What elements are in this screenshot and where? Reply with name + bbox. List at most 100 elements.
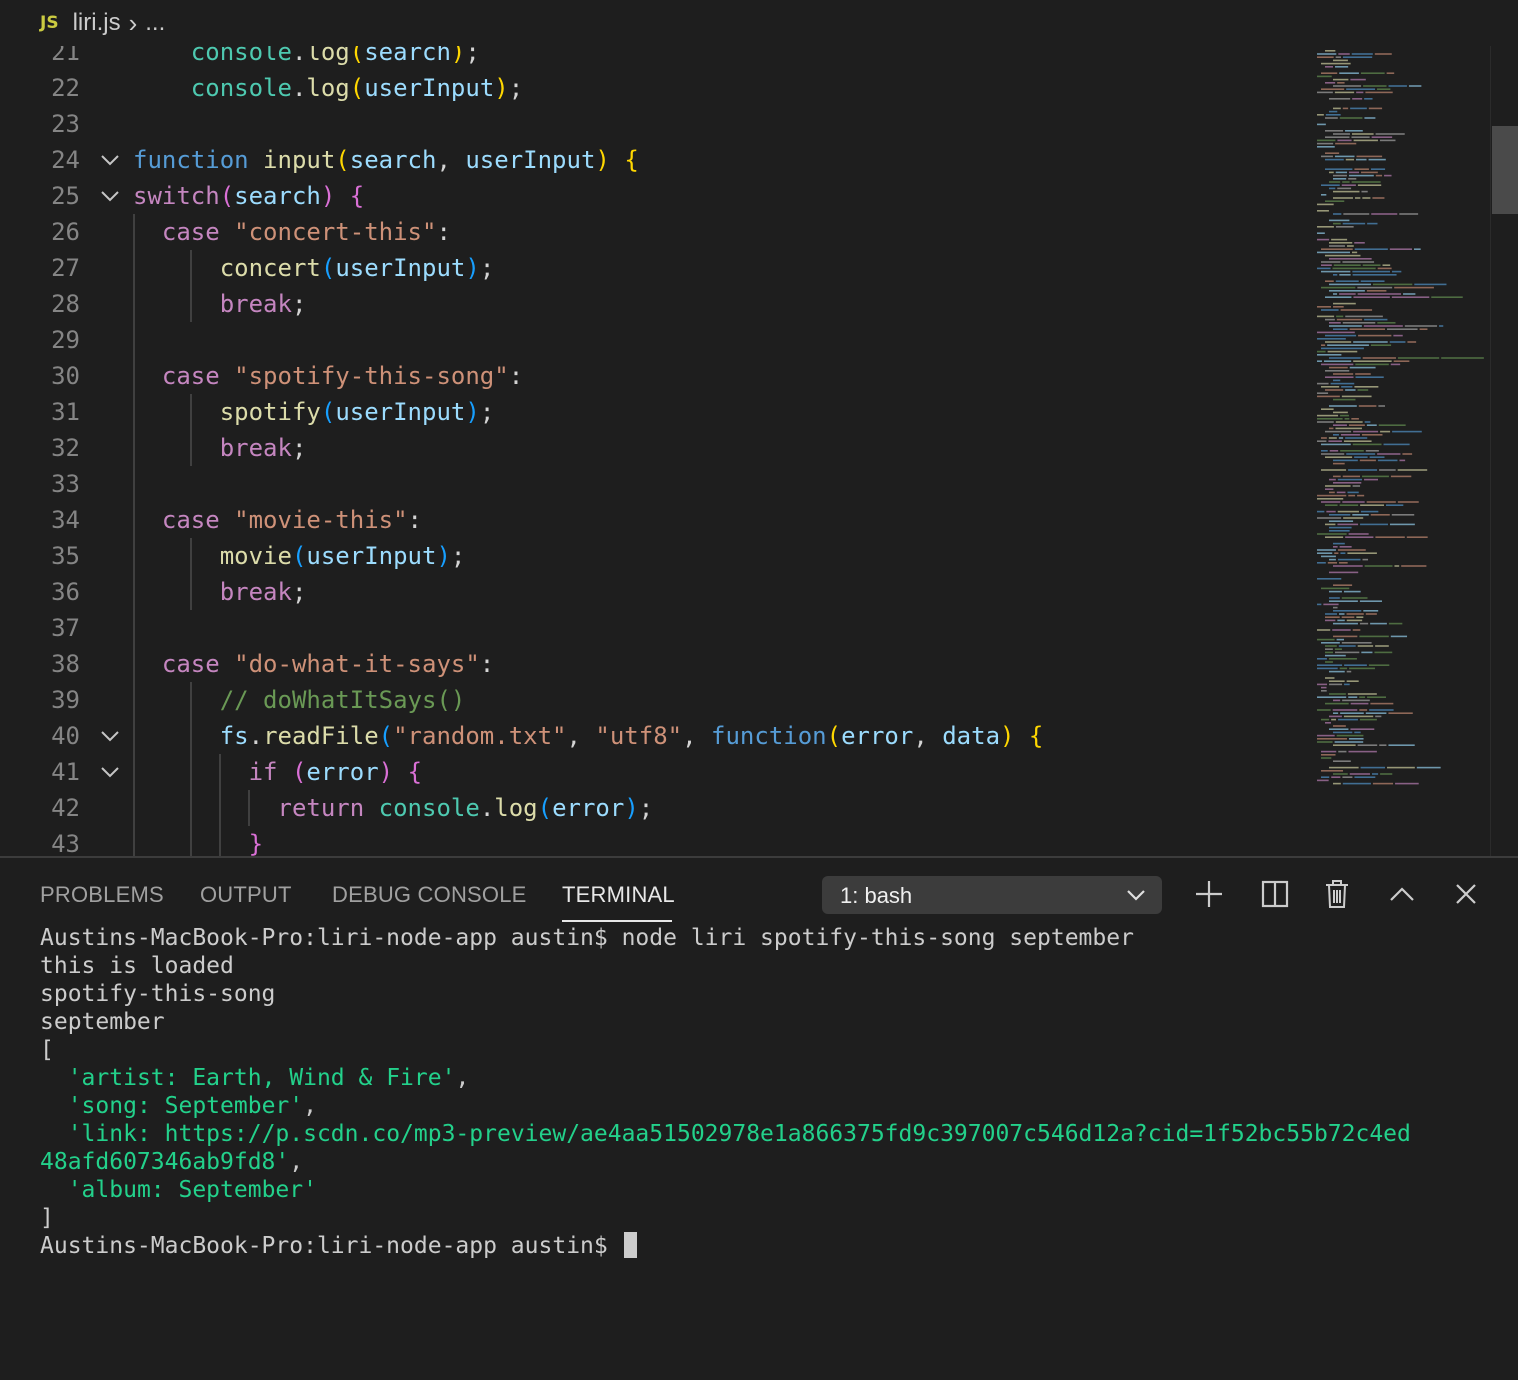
scrollbar-thumb[interactable] (1492, 126, 1518, 214)
tab-problems[interactable]: PROBLEMS (40, 882, 164, 908)
code-token: return (277, 794, 365, 822)
line-number: 42 (51, 794, 80, 822)
fold-chevron-down-icon[interactable] (98, 718, 122, 754)
code-token: ; (291, 434, 307, 462)
terminal-output[interactable]: Austins-MacBook-Pro:liri-node-app austin… (40, 924, 1490, 1260)
code-text: console.log(search); (133, 46, 480, 70)
code-text: fs.readFile("random.txt", "utf8", functi… (133, 718, 1044, 754)
split-terminal-button[interactable] (1257, 876, 1293, 912)
code-token: ( (320, 254, 336, 282)
terminal-text: 48afd607346ab9fd8' (40, 1149, 290, 1175)
code-token: console (190, 74, 292, 102)
code-token: error (841, 722, 914, 750)
code-token: ; (291, 578, 307, 606)
line-number: 22 (51, 74, 80, 102)
code-text: console.log(userInput); (133, 70, 523, 106)
line-number: 28 (51, 290, 80, 318)
code-token: ; (291, 290, 307, 318)
code-token: log (494, 794, 538, 822)
code-line[interactable]: 28 break; (0, 286, 1310, 322)
tab-terminal[interactable]: TERMINAL (562, 882, 675, 908)
code-token: "do-what-it-says" (234, 650, 480, 678)
code-token: "utf8" (595, 722, 683, 750)
code-line[interactable]: 23 (0, 106, 1310, 142)
terminal-shell-select[interactable]: 1: bash (822, 876, 1162, 914)
code-line[interactable]: 25 switch(search) { (0, 178, 1310, 214)
breadcrumb-file[interactable]: liri.js (73, 9, 121, 37)
code-line[interactable]: 39 // doWhatItSays() (0, 682, 1310, 718)
code-line[interactable]: 26 case "concert-this": (0, 214, 1310, 250)
code-token: ( (291, 758, 307, 786)
code-text: case "movie-this": (133, 502, 422, 538)
code-line[interactable]: 34 case "movie-this": (0, 502, 1310, 538)
terminal-text: 'album: September' (67, 1177, 317, 1203)
code-line[interactable]: 22 console.log(userInput); (0, 70, 1310, 106)
code-text: return console.log(error); (133, 790, 654, 826)
code-token: ) (1000, 722, 1015, 750)
fold-chevron-down-icon[interactable] (98, 142, 122, 178)
code-token: ) (436, 542, 451, 570)
code-token: function (711, 722, 827, 750)
code-token: { (624, 146, 639, 174)
code-token: search (364, 46, 451, 66)
code-line[interactable]: 36 break; (0, 574, 1310, 610)
code-line[interactable]: 37 (0, 610, 1310, 646)
breadcrumb-more[interactable]: ... (145, 9, 165, 37)
indent-guide (133, 466, 135, 502)
code-line[interactable]: 41 if (error) { (0, 754, 1310, 790)
code-line[interactable]: 38 case "do-what-it-says": (0, 646, 1310, 682)
code-token: console (378, 794, 480, 822)
fold-chevron-down-icon[interactable] (98, 754, 122, 790)
code-token: ( (335, 146, 350, 174)
code-token: log (306, 74, 350, 102)
code-token: ) (465, 398, 480, 426)
code-line[interactable]: 24 function input(search, userInput) { (0, 142, 1310, 178)
code-token: error (306, 758, 379, 786)
code-line[interactable]: 33 (0, 466, 1310, 502)
code-token: : (436, 218, 451, 246)
code-line[interactable]: 35 movie(userInput); (0, 538, 1310, 574)
code-token: { (1028, 722, 1044, 750)
code-line[interactable]: 29 (0, 322, 1310, 358)
code-token: ( (291, 542, 307, 570)
new-terminal-button[interactable] (1191, 876, 1227, 912)
chevron-right-icon: › (128, 7, 138, 38)
code-token: userInput (465, 146, 596, 174)
fold-chevron-down-icon[interactable] (98, 178, 122, 214)
editor-scrollbar[interactable] (1490, 46, 1518, 856)
code-token: "random.txt" (393, 722, 567, 750)
code-text: case "concert-this": (133, 214, 451, 250)
tab-debug-console[interactable]: DEBUG CONSOLE (332, 882, 527, 908)
code-line[interactable]: 27 concert(userInput); (0, 250, 1310, 286)
code-line[interactable]: 21 console.log(search); (0, 46, 1310, 70)
code-line[interactable]: 40 fs.readFile("random.txt", "utf8", fun… (0, 718, 1310, 754)
code-line[interactable]: 43 } (0, 826, 1310, 856)
code-token: : (407, 506, 422, 534)
code-token: "concert-this" (234, 218, 437, 246)
code-line[interactable]: 42 return console.log(error); (0, 790, 1310, 826)
tab-output[interactable]: OUTPUT (200, 882, 292, 908)
maximize-panel-button[interactable] (1384, 876, 1420, 912)
kill-terminal-button[interactable] (1319, 876, 1355, 912)
code-line[interactable]: 32 break; (0, 430, 1310, 466)
bottom-panel: PROBLEMS OUTPUT DEBUG CONSOLE TERMINAL 1… (0, 856, 1518, 1380)
close-panel-button[interactable] (1448, 876, 1484, 912)
javascript-file-icon: JS (40, 13, 59, 33)
minimap[interactable] (1313, 46, 1490, 856)
code-line[interactable]: 30 case "spotify-this-song": (0, 358, 1310, 394)
code-line[interactable]: 31 spotify(userInput); (0, 394, 1310, 430)
terminal-prompt-line[interactable]: Austins-MacBook-Pro:liri-node-app austin… (40, 1232, 1490, 1260)
code-text: } (133, 826, 263, 856)
code-token: ; (479, 398, 495, 426)
line-number: 40 (51, 722, 80, 750)
code-token: userInput (364, 74, 495, 102)
code-editor[interactable]: 21 console.log(search); 22 console.log(us… (0, 46, 1518, 856)
